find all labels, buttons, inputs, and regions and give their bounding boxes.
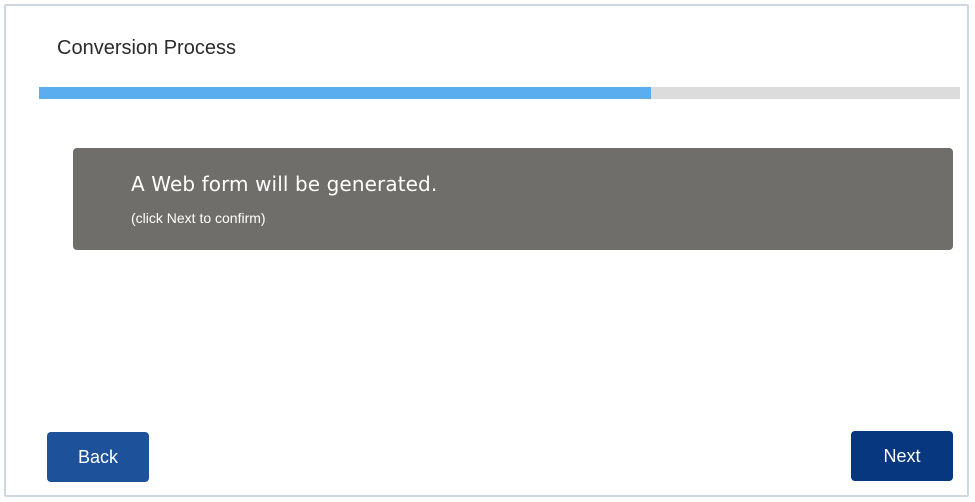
- back-button[interactable]: Back: [47, 432, 149, 482]
- message-hint: (click Next to confirm): [131, 210, 266, 226]
- message-text: A Web form will be generated.: [131, 172, 438, 196]
- page-title: Conversion Process: [57, 37, 236, 59]
- progress-bar: [39, 87, 960, 99]
- next-button[interactable]: Next: [851, 431, 953, 481]
- wizard-panel: Conversion Process A Web form will be ge…: [4, 4, 969, 497]
- info-message-box: A Web form will be generated. (click Nex…: [73, 148, 953, 250]
- progress-bar-fill: [39, 87, 652, 99]
